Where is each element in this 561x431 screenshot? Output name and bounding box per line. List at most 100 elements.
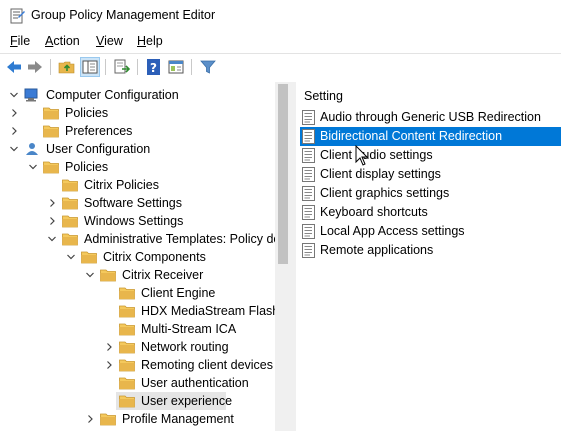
tree-item-label: Citrix Receiver	[122, 268, 204, 282]
setting-row[interactable]: Audio through Generic USB Redirection	[300, 108, 561, 127]
help-icon[interactable]: ?	[145, 58, 163, 76]
chevron-down-icon[interactable]	[10, 145, 18, 153]
tree-pane[interactable]: Computer Configuration Policies Preference…	[0, 82, 291, 431]
setting-page-icon	[302, 129, 315, 144]
chevron-right-icon[interactable]	[10, 127, 18, 135]
setting-label: Client graphics settings	[320, 186, 450, 200]
folder-icon	[119, 287, 135, 300]
toolbar: ?	[0, 53, 561, 81]
tree-item[interactable]: Network routing	[0, 338, 275, 356]
chevron-down-icon[interactable]	[10, 91, 18, 99]
folder-icon	[62, 233, 78, 246]
menu-view[interactable]: View	[96, 34, 123, 48]
show-hide-tree-icon[interactable]	[80, 57, 100, 77]
chevron-right-icon[interactable]	[86, 415, 94, 423]
tree-scrollbar[interactable]	[275, 82, 291, 431]
chevron-down-icon[interactable]	[67, 253, 75, 261]
tree-item-label: Citrix Components	[103, 250, 206, 264]
tree-item[interactable]: Profile Management	[0, 410, 275, 428]
export-list-icon[interactable]	[113, 58, 131, 76]
chevron-down-icon[interactable]	[29, 163, 37, 171]
title-bar: Group Policy Management Editor	[0, 0, 561, 31]
folder-icon	[43, 107, 59, 120]
tree-item[interactable]: Citrix Policies	[0, 176, 275, 194]
menu-file[interactable]: File	[10, 34, 30, 48]
scrollbar-thumb[interactable]	[278, 84, 288, 264]
tree-item[interactable]: Policies	[0, 158, 275, 176]
tree-item-label: Client Engine	[141, 286, 216, 300]
tree-item[interactable]: User Configuration	[0, 140, 275, 158]
chevron-down-icon[interactable]	[86, 271, 94, 279]
tree-item-label: Software Settings	[84, 196, 182, 210]
tree-item[interactable]: User authentication	[0, 374, 275, 392]
tree-item[interactable]: Computer Configuration	[0, 86, 275, 104]
tree-item[interactable]: Multi-Stream ICA	[0, 320, 275, 338]
chevron-right-icon[interactable]	[105, 343, 113, 351]
forward-arrow-icon[interactable]	[26, 58, 44, 76]
setting-row[interactable]: Keyboard shortcuts	[300, 203, 561, 222]
properties-icon[interactable]	[167, 58, 185, 76]
tree-item[interactable]: Windows Settings	[0, 212, 275, 230]
setting-row[interactable]: Local App Access settings	[300, 222, 561, 241]
folder-icon	[119, 377, 135, 390]
menu-action[interactable]: Action	[45, 34, 80, 48]
tree-item-label: User experience	[141, 394, 233, 408]
folder-icon	[119, 341, 135, 354]
tree-item[interactable]: Policies	[0, 104, 275, 122]
chevron-down-icon[interactable]	[48, 235, 56, 243]
window-title: Group Policy Management Editor	[31, 8, 216, 22]
tree-item-label: Policies	[65, 106, 109, 120]
folder-icon	[100, 413, 116, 426]
folder-icon	[62, 215, 78, 228]
chevron-right-icon[interactable]	[105, 361, 113, 369]
tree-item[interactable]: HDX MediaStream Flash F	[0, 302, 290, 320]
folder-icon	[119, 359, 135, 372]
folder-icon	[62, 197, 78, 210]
tree-item[interactable]: Software Settings	[0, 194, 275, 212]
setting-row[interactable]: Bidirectional Content Redirection	[300, 127, 561, 146]
setting-label: Audio through Generic USB Redirection	[320, 110, 541, 124]
toolbar-separator	[105, 59, 106, 75]
tree-item[interactable]: Preferences	[0, 122, 275, 140]
setting-row[interactable]: Client graphics settings	[300, 184, 561, 203]
chevron-right-icon[interactable]	[48, 217, 56, 225]
setting-label: Client audio settings	[320, 148, 433, 162]
tree-item-label: Computer Configuration	[46, 88, 179, 102]
setting-label: Keyboard shortcuts	[320, 205, 428, 219]
tree-item[interactable]: Client Engine	[0, 284, 275, 302]
toolbar-separator	[50, 59, 51, 75]
tree-item[interactable]: Remoting client devices	[0, 356, 275, 374]
filter-icon[interactable]	[199, 58, 217, 76]
setting-label: Bidirectional Content Redirection	[320, 129, 503, 143]
setting-page-icon	[302, 186, 315, 201]
column-header-setting[interactable]: Setting	[304, 89, 343, 103]
tree-item-label: Windows Settings	[84, 214, 184, 228]
setting-page-icon	[302, 205, 315, 220]
tree-item[interactable]: Citrix Receiver	[0, 266, 275, 284]
setting-page-icon	[302, 224, 315, 239]
chevron-right-icon[interactable]	[48, 199, 56, 207]
menu-help[interactable]: Help	[137, 34, 163, 48]
back-arrow-icon[interactable]	[5, 58, 23, 76]
tree-item-label: User Configuration	[46, 142, 151, 156]
setting-row[interactable]: Client audio settings	[300, 146, 561, 165]
tree-item-label: Administrative Templates: Policy def	[84, 232, 284, 246]
tree-item-label: Remoting client devices	[141, 358, 274, 372]
tree-item[interactable]: User experience	[0, 392, 275, 410]
up-folder-icon[interactable]	[58, 58, 76, 76]
setting-page-icon	[302, 110, 315, 125]
tree-item[interactable]: Citrix Components	[0, 248, 275, 266]
setting-label: Local App Access settings	[320, 224, 465, 238]
settings-pane[interactable]: Setting Audio through Generic USB Redire…	[296, 82, 561, 431]
folder-icon	[81, 251, 97, 264]
folder-icon	[43, 161, 59, 174]
tree-item[interactable]: Administrative Templates: Policy def	[0, 230, 284, 248]
setting-row[interactable]: Client display settings	[300, 165, 561, 184]
folder-icon	[119, 395, 135, 408]
folder-icon	[119, 323, 135, 336]
setting-page-icon	[302, 167, 315, 182]
folder-icon	[100, 269, 116, 282]
setting-row[interactable]: Remote applications	[300, 241, 561, 260]
folder-icon	[43, 125, 59, 138]
chevron-right-icon[interactable]	[10, 109, 18, 117]
